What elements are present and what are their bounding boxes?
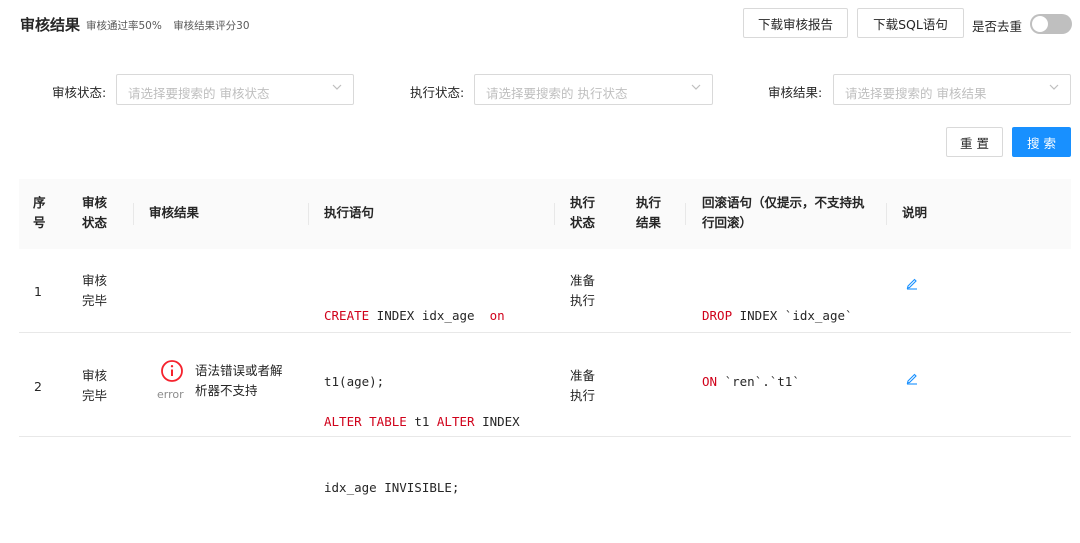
- edit-icon[interactable]: [905, 371, 919, 385]
- audit-status-select[interactable]: 请选择要搜索的 审核状态: [116, 74, 354, 105]
- header-audit-status: 审核 状态: [82, 195, 108, 230]
- row-audit-status: 审核 完毕: [82, 273, 108, 308]
- table-header: 序号 审核 状态 审核结果 执行语句 执行 状态 执行 结果 回滚语句（仅提示，不支持…: [19, 179, 1071, 249]
- error-circle-icon: [160, 359, 184, 383]
- column-divider: [554, 203, 555, 225]
- audit-result-label: 审核结果:: [768, 85, 823, 100]
- header-exec-status: 执行 状态: [570, 195, 596, 230]
- chevron-down-icon: [331, 81, 343, 93]
- exec-status-label: 执行状态:: [410, 85, 465, 100]
- header-sql: 执行语句: [324, 205, 375, 220]
- header-audit-result: 审核结果: [149, 205, 200, 220]
- row-audit-status: 审核 完毕: [82, 368, 108, 403]
- download-sql-button[interactable]: 下载SQL语句: [857, 8, 964, 38]
- audit-summary: 审核通过率50% 审核结果评分30: [86, 18, 258, 33]
- audit-result-placeholder: 请选择要搜索的 审核结果: [845, 86, 987, 101]
- column-divider: [685, 203, 686, 225]
- header-no: 序号: [33, 195, 46, 230]
- error-level: error: [157, 388, 184, 401]
- row-exec-status: 准备 执行: [570, 368, 596, 403]
- table-row: 2 审核 完毕 error 语法错误或者解 析器不支持 ALTER TABLE t1…: [19, 333, 1071, 495]
- row-audit-result: 语法错误或者解 析器不支持: [195, 363, 283, 398]
- download-report-button[interactable]: 下载审核报告: [743, 8, 848, 38]
- column-divider: [886, 203, 887, 225]
- audit-score: 审核结果评分30: [173, 20, 250, 32]
- header-note: 说明: [902, 205, 928, 220]
- header-exec-result: 执行 结果: [636, 195, 662, 230]
- row-sql: ALTER TABLE t1 ALTER INDEX idx_age INVIS…: [324, 414, 520, 495]
- exec-status-placeholder: 请选择要搜索的 执行状态: [486, 86, 628, 101]
- audit-result-select[interactable]: 请选择要搜索的 审核结果: [833, 74, 1071, 105]
- pass-rate: 审核通过率50%: [86, 20, 162, 32]
- table-row: 1 审核 完毕 CREATE INDEX idx_age on t1(age); …: [19, 249, 1071, 389]
- dedup-toggle[interactable]: [1030, 14, 1072, 34]
- dedup-label: 是否去重: [972, 19, 1023, 34]
- row-no: 2: [34, 379, 42, 394]
- audit-status-label: 审核状态:: [52, 85, 107, 100]
- audit-result-table: 序号 审核 状态 审核结果 执行语句 执行 状态 执行 结果 回滚语句（仅提示，不支持…: [19, 179, 1071, 495]
- page-title: 审核结果: [20, 16, 81, 34]
- column-divider: [133, 203, 134, 225]
- chevron-down-icon: [690, 81, 702, 93]
- toggle-knob: [1032, 16, 1048, 32]
- page-header: 审核结果 审核通过率50% 审核结果评分30 下载审核报告 下载SQL语句 是否…: [0, 0, 1080, 46]
- exec-status-select[interactable]: 请选择要搜索的 执行状态: [474, 74, 713, 105]
- row-exec-status: 准备 执行: [570, 273, 596, 308]
- header-rollback: 回滚语句（仅提示，不支持执 行回滚）: [702, 195, 865, 230]
- audit-status-placeholder: 请选择要搜索的 审核状态: [128, 86, 270, 101]
- row-no: 1: [34, 284, 42, 299]
- column-divider: [308, 203, 309, 225]
- edit-icon[interactable]: [905, 276, 919, 290]
- chevron-down-icon: [1048, 81, 1060, 93]
- search-button[interactable]: 搜 索: [1012, 127, 1071, 157]
- reset-button[interactable]: 重 置: [946, 127, 1003, 157]
